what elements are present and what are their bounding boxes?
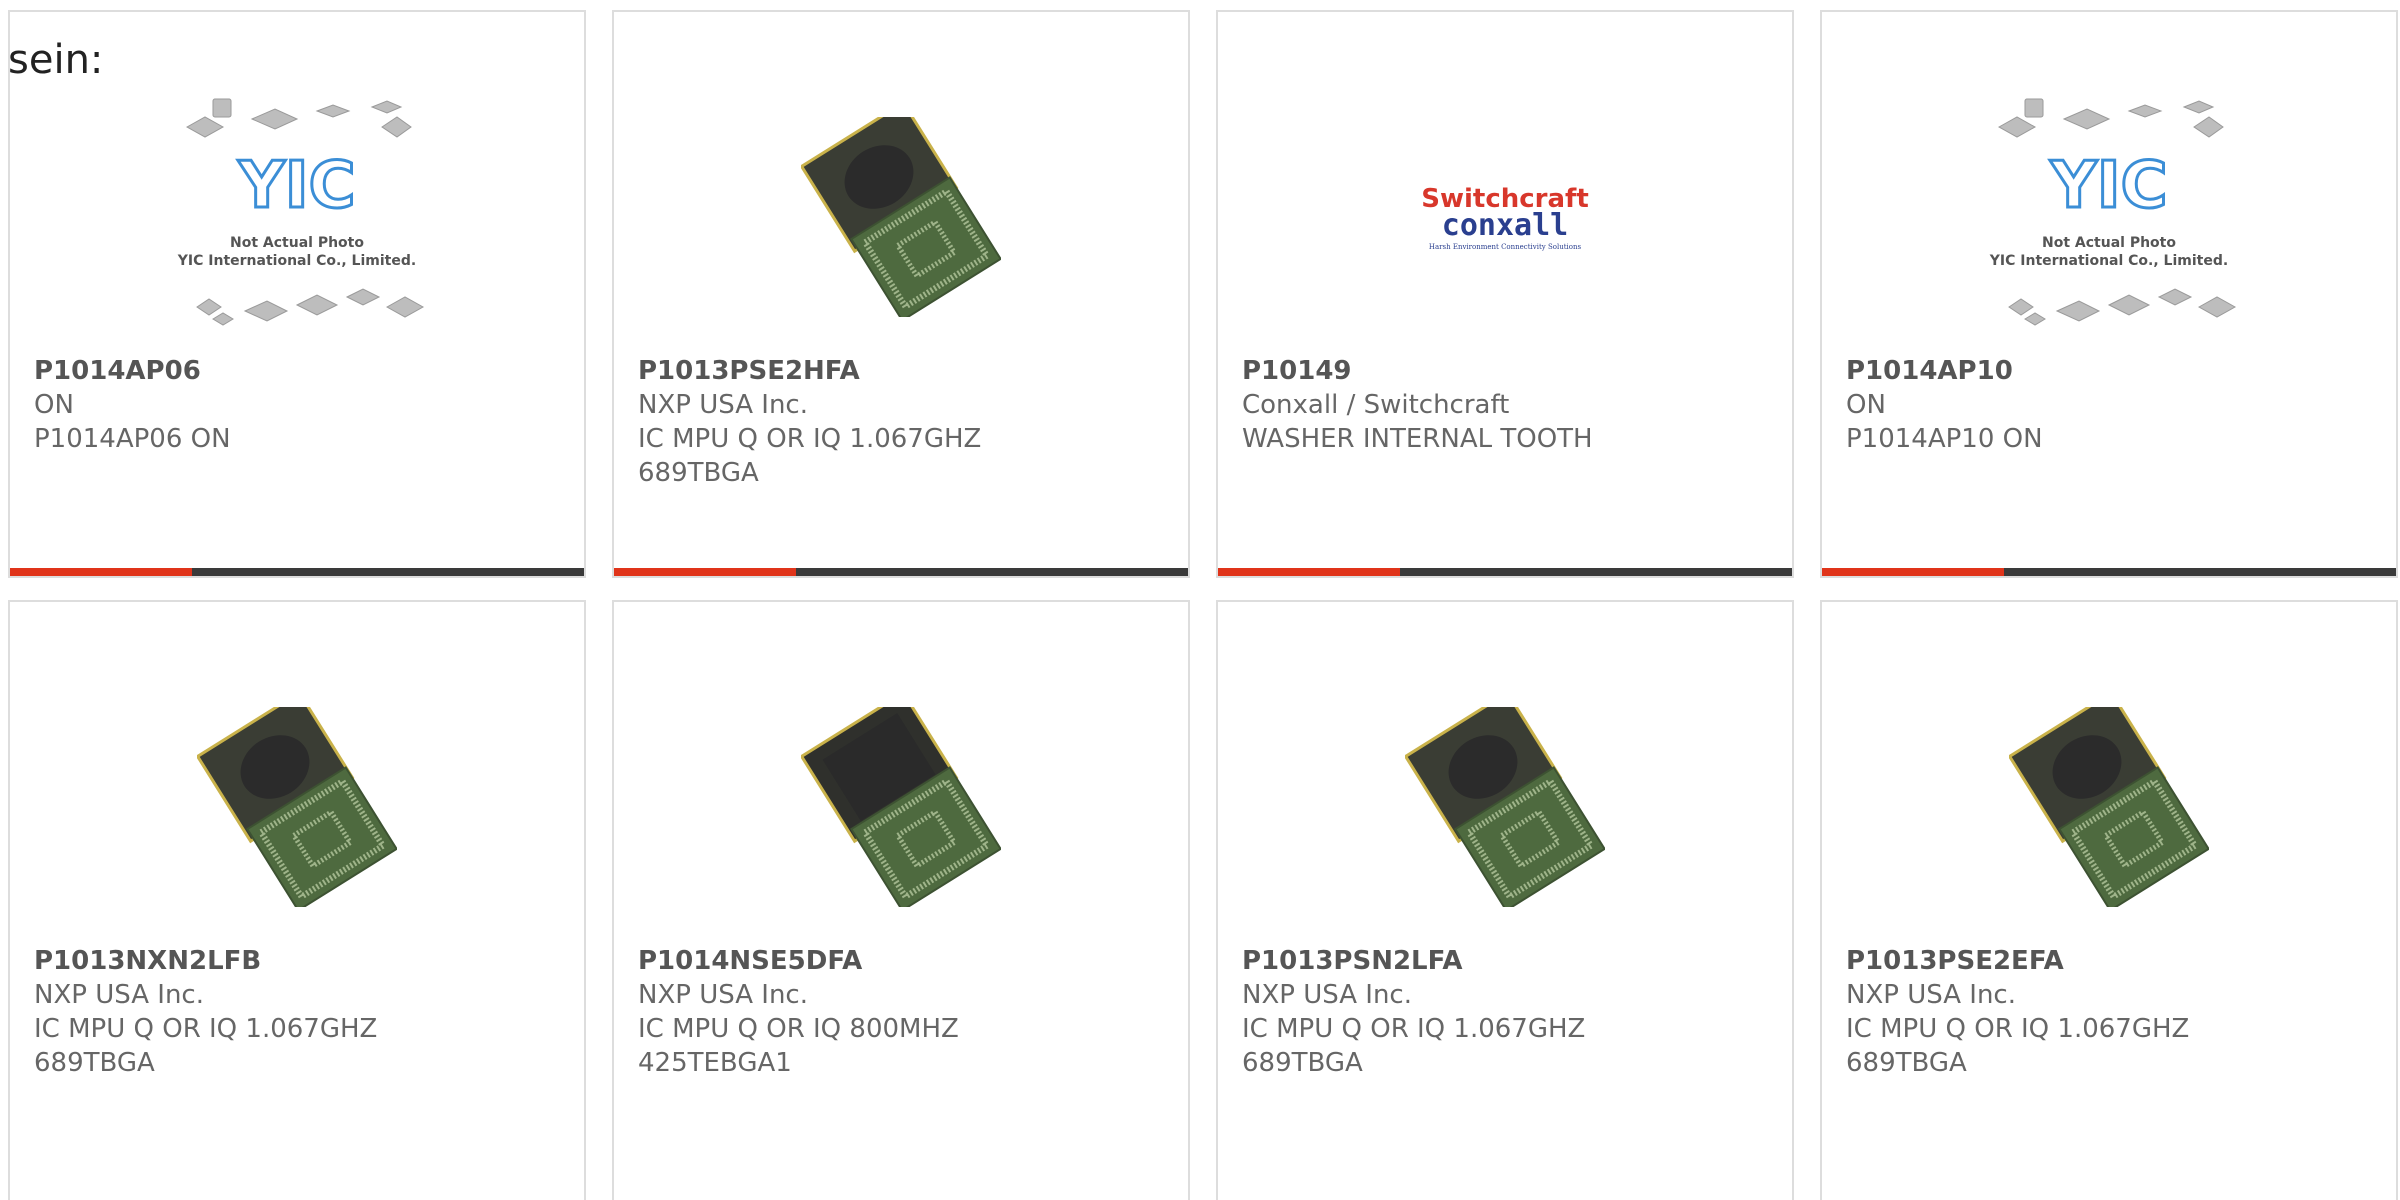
card-accent-bar <box>614 568 796 576</box>
card-bottom-bar <box>1822 568 2396 576</box>
card-bottom-bar <box>614 568 1188 576</box>
description-line: 689TBGA <box>638 458 759 488</box>
manufacturer: NXP USA Inc. <box>1242 980 1412 1010</box>
product-image[interactable]: YIC Not Actual Photo YIC International C… <box>10 82 584 352</box>
svg-text:conxall: conxall <box>1442 208 1568 243</box>
card-accent-bar <box>1218 568 1400 576</box>
description-line: 689TBGA <box>34 1048 155 1078</box>
product-image[interactable] <box>614 672 1188 942</box>
yic-placeholder-image: YIC Not Actual Photo YIC International C… <box>177 98 425 326</box>
svg-text:YIC International Co., Limited: YIC International Co., Limited. <box>177 253 416 269</box>
switchcraft-conxall-logo: Switchcraft conxall Harsh Environment Co… <box>1421 184 1589 251</box>
bga-chip-image <box>801 117 1001 317</box>
manufacturer: ON <box>34 390 74 420</box>
svg-text:Harsh Environment Connectivity: Harsh Environment Connectivity Solutions <box>1429 243 1582 251</box>
bga-chip-image <box>2009 707 2209 907</box>
product-image[interactable] <box>1218 672 1792 942</box>
svg-text:YIC International Co., Limited: YIC International Co., Limited. <box>1989 253 2228 269</box>
part-number[interactable]: P1013PSN2LFA <box>1242 944 1772 978</box>
part-number[interactable]: P1014AP10 <box>1846 354 2376 388</box>
product-card[interactable]: YIC Not Actual Photo YIC International C… <box>8 10 586 578</box>
description-line: IC MPU Q OR IQ 1.067GHZ <box>1242 1014 1586 1044</box>
description-line: 689TBGA <box>1242 1048 1363 1078</box>
intro-text: sein: <box>8 37 104 83</box>
card-accent-bar <box>1822 568 2004 576</box>
manufacturer: NXP USA Inc. <box>34 980 204 1010</box>
product-info: P1013NXN2LFB NXP USA Inc. IC MPU Q OR IQ… <box>34 944 564 1080</box>
manufacturer: NXP USA Inc. <box>638 390 808 420</box>
card-bottom-bar <box>10 568 584 576</box>
part-number[interactable]: P10149 <box>1242 354 1772 388</box>
description-line: IC MPU Q OR IQ 800MHZ <box>638 1014 959 1044</box>
product-info: P1014AP10 ON P1014AP10 ON <box>1846 354 2376 456</box>
description-line: P1014AP06 ON <box>34 424 231 454</box>
product-card[interactable]: YIC Not Actual Photo YIC International C… <box>1820 10 2398 578</box>
product-info: P1014NSE5DFA NXP USA Inc. IC MPU Q OR IQ… <box>638 944 1168 1080</box>
product-info: P1013PSN2LFA NXP USA Inc. IC MPU Q OR IQ… <box>1242 944 1772 1080</box>
product-card[interactable]: P1014NSE5DFA NXP USA Inc. IC MPU Q OR IQ… <box>612 600 1190 1200</box>
part-number[interactable]: P1013PSE2HFA <box>638 354 1168 388</box>
product-info: P10149 Conxall / Switchcraft WASHER INTE… <box>1242 354 1772 456</box>
card-accent-bar <box>10 568 192 576</box>
description-line: IC MPU Q OR IQ 1.067GHZ <box>34 1014 378 1044</box>
part-number[interactable]: P1013NXN2LFB <box>34 944 564 978</box>
product-card[interactable]: Switchcraft conxall Harsh Environment Co… <box>1216 10 1794 578</box>
product-image[interactable]: YIC Not Actual Photo YIC International C… <box>1822 82 2396 352</box>
description-line: 689TBGA <box>1846 1048 1967 1078</box>
yic-logo-text: YIC <box>237 149 355 223</box>
product-card[interactable]: P1013PSE2EFA NXP USA Inc. IC MPU Q OR IQ… <box>1820 600 2398 1200</box>
bga-chip-image <box>197 707 397 907</box>
manufacturer: Conxall / Switchcraft <box>1242 390 1510 420</box>
product-image[interactable]: Switchcraft conxall Harsh Environment Co… <box>1218 82 1792 352</box>
description-line: WASHER INTERNAL TOOTH <box>1242 424 1593 454</box>
product-image[interactable] <box>614 82 1188 352</box>
yic-logo-text: YIC <box>2049 149 2167 223</box>
card-bottom-bar <box>1218 568 1792 576</box>
product-grid: YIC Not Actual Photo YIC International C… <box>8 10 2400 1200</box>
product-info: P1013PSE2HFA NXP USA Inc. IC MPU Q OR IQ… <box>638 354 1168 490</box>
description-line: IC MPU Q OR IQ 1.067GHZ <box>1846 1014 2190 1044</box>
svg-text:Not Actual Photo: Not Actual Photo <box>230 235 364 251</box>
product-info: P1014AP06 ON P1014AP06 ON <box>34 354 564 456</box>
part-number[interactable]: P1014AP06 <box>34 354 564 388</box>
product-card[interactable]: P1013NXN2LFB NXP USA Inc. IC MPU Q OR IQ… <box>8 600 586 1200</box>
description-line: 425TEBGA1 <box>638 1048 792 1078</box>
bga-chip-image <box>1405 707 1605 907</box>
part-number[interactable]: P1013PSE2EFA <box>1846 944 2376 978</box>
product-card[interactable]: P1013PSE2HFA NXP USA Inc. IC MPU Q OR IQ… <box>612 10 1190 578</box>
product-card[interactable]: P1013PSN2LFA NXP USA Inc. IC MPU Q OR IQ… <box>1216 600 1794 1200</box>
description-line: IC MPU Q OR IQ 1.067GHZ <box>638 424 982 454</box>
manufacturer: ON <box>1846 390 1886 420</box>
description-line: P1014AP10 ON <box>1846 424 2043 454</box>
product-info: P1013PSE2EFA NXP USA Inc. IC MPU Q OR IQ… <box>1846 944 2376 1080</box>
yic-placeholder-image: YIC Not Actual Photo YIC International C… <box>1989 98 2237 326</box>
svg-text:Not Actual Photo: Not Actual Photo <box>2042 235 2176 251</box>
part-number[interactable]: P1014NSE5DFA <box>638 944 1168 978</box>
manufacturer: NXP USA Inc. <box>1846 980 2016 1010</box>
product-image[interactable] <box>1822 672 2396 942</box>
bga-chip-image <box>801 707 1001 907</box>
product-image[interactable] <box>10 672 584 942</box>
manufacturer: NXP USA Inc. <box>638 980 808 1010</box>
